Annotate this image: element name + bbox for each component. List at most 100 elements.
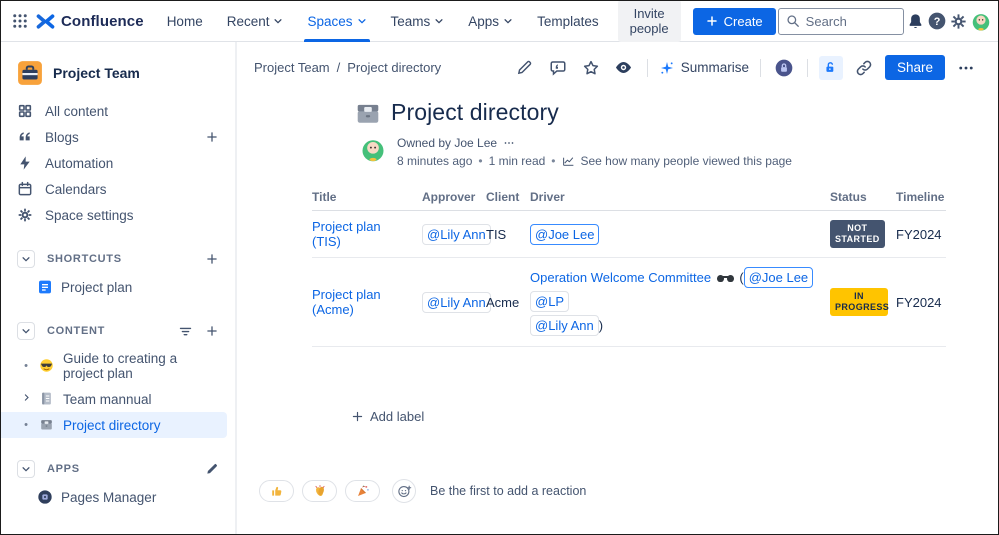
quotes-icon (17, 129, 33, 145)
status-badge[interactable]: IN PROGRESS (830, 288, 888, 316)
paren: ) (599, 318, 603, 333)
user-mention[interactable]: @Lily Ann (422, 224, 491, 245)
clapping-hands-icon (313, 484, 327, 498)
comment-bubble-icon[interactable] (546, 56, 570, 80)
app-item-pages-manager[interactable]: Pages Manager (1, 484, 235, 510)
apps-title: APPS (47, 463, 193, 475)
page-toolbar: Summarise Share (513, 55, 978, 80)
space-header[interactable]: Project Team (1, 52, 235, 98)
table-row: Project plan (Acme) @Lily Ann Acme Opera… (312, 258, 946, 347)
create-button[interactable]: Create (693, 8, 776, 35)
confluence-logo-icon (35, 11, 56, 32)
nav-item-templates[interactable]: Templates (526, 1, 610, 42)
content-section-header: CONTENT (1, 316, 235, 346)
breadcrumb-space[interactable]: Project Team (254, 60, 330, 75)
thumbs-up-icon (270, 484, 284, 498)
plus-icon (351, 410, 364, 423)
nav-item-apps[interactable]: Apps (457, 1, 524, 42)
filter-icon[interactable] (178, 324, 193, 339)
reaction-hint: Be the first to add a reaction (430, 484, 586, 498)
invite-people-button[interactable]: Invite people (618, 0, 681, 42)
owner-more-icon[interactable] (503, 137, 515, 149)
sidebar-item-space-settings[interactable]: Space settings (1, 202, 235, 228)
link-icon[interactable] (852, 56, 876, 80)
search-box[interactable] (778, 8, 904, 35)
confluence-logo[interactable]: Confluence (31, 11, 154, 32)
app-window: Confluence Home Recent Spaces Teams Apps… (0, 0, 999, 535)
clapping-hands-reaction[interactable] (302, 480, 337, 502)
page-link[interactable]: Project plan (TIS) (312, 219, 410, 249)
add-reaction-icon[interactable] (392, 479, 416, 503)
space-briefcase-icon (17, 60, 43, 86)
content-item-project-directory[interactable]: • Project directory (1, 412, 227, 438)
notifications-icon[interactable] (906, 7, 925, 35)
collapse-content-icon[interactable] (17, 322, 35, 340)
page-title-row: Project directory (355, 99, 998, 126)
grid-squares-icon (17, 103, 33, 119)
add-label-button[interactable]: Add label (351, 409, 424, 424)
user-mention[interactable]: @Lily Ann (422, 292, 491, 313)
sidebar-item-calendars[interactable]: Calendars (1, 176, 235, 202)
page-link[interactable]: Project plan (Acme) (312, 287, 410, 317)
app-switcher-icon[interactable] (11, 7, 29, 35)
nav-item-spaces[interactable]: Spaces (296, 1, 377, 42)
sidebar-item-blogs[interactable]: Blogs (1, 124, 235, 150)
thumbs-up-reaction[interactable] (259, 480, 294, 502)
nav-item-teams[interactable]: Teams (380, 1, 456, 42)
collapse-shortcuts-icon[interactable] (17, 250, 35, 268)
add-content-icon[interactable] (205, 324, 219, 338)
unlock-icon[interactable] (819, 56, 843, 80)
edit-apps-pencil-icon[interactable] (205, 462, 219, 476)
content-title: CONTENT (47, 325, 166, 337)
user-mention[interactable]: @Lily Ann (530, 315, 599, 336)
space-name: Project Team (53, 65, 140, 81)
settings-gear-icon[interactable] (949, 7, 968, 35)
owned-by-text[interactable]: Owned by Joe Lee (397, 135, 497, 151)
nav-item-recent[interactable]: Recent (216, 1, 295, 42)
page-bar: Project Team / Project directory Summari… (237, 42, 998, 89)
party-popper-reaction[interactable] (345, 480, 380, 502)
client-value: TIS (486, 227, 506, 242)
user-mention[interactable]: @LP (530, 291, 569, 312)
add-blog-icon[interactable] (205, 130, 219, 144)
shortcuts-title: SHORTCUTS (47, 253, 193, 265)
content-item-guide[interactable]: • Guide to creating a project plan (1, 346, 235, 386)
party-popper-icon (356, 484, 370, 498)
star-icon[interactable] (579, 56, 603, 80)
collapse-apps-icon[interactable] (17, 460, 35, 478)
space-sidebar: Project Team All content Blogs Automatio… (1, 42, 237, 534)
top-navigation: Confluence Home Recent Spaces Teams Apps… (1, 1, 998, 42)
divider (807, 59, 808, 77)
user-mention-selected[interactable]: @Joe Lee (744, 267, 813, 288)
more-options-icon[interactable] (954, 56, 978, 80)
owner-avatar[interactable] (359, 135, 387, 163)
user-mention-selected[interactable]: @Joe Lee (530, 224, 599, 245)
status-badge[interactable]: NOT STARTED (830, 220, 885, 248)
committee-link[interactable]: Operation Welcome Committee (530, 270, 711, 285)
views-link[interactable]: See how many people viewed this page (581, 153, 792, 169)
summarise-button[interactable]: Summarise (659, 60, 749, 76)
app-lock-circle-icon[interactable] (772, 56, 796, 80)
breadcrumb-separator: / (337, 60, 341, 75)
search-input[interactable] (806, 14, 896, 29)
share-button[interactable]: Share (885, 55, 945, 80)
pages-manager-app-icon (37, 489, 53, 505)
add-shortcut-icon[interactable] (205, 252, 219, 266)
sidebar-item-all-content[interactable]: All content (1, 98, 235, 124)
breadcrumb-page[interactable]: Project directory (347, 60, 441, 75)
breadcrumb: Project Team / Project directory (254, 60, 441, 75)
col-header-status: Status (830, 186, 896, 210)
user-avatar[interactable] (970, 7, 992, 35)
help-icon[interactable]: ? (927, 7, 947, 35)
content-item-team-mannual[interactable]: Team mannual (1, 386, 235, 412)
edit-pencil-icon[interactable] (513, 56, 537, 80)
watch-eye-icon[interactable] (612, 56, 636, 80)
calendar-icon (17, 181, 33, 197)
client-value: Acme (486, 295, 519, 310)
expand-chevron-icon[interactable] (21, 393, 31, 405)
sidebar-item-automation[interactable]: Automation (1, 150, 235, 176)
bullet-marker: • (21, 419, 31, 431)
nav-item-home[interactable]: Home (156, 1, 214, 42)
shortcut-item-project-plan[interactable]: Project plan (1, 274, 235, 300)
divider (647, 59, 648, 77)
